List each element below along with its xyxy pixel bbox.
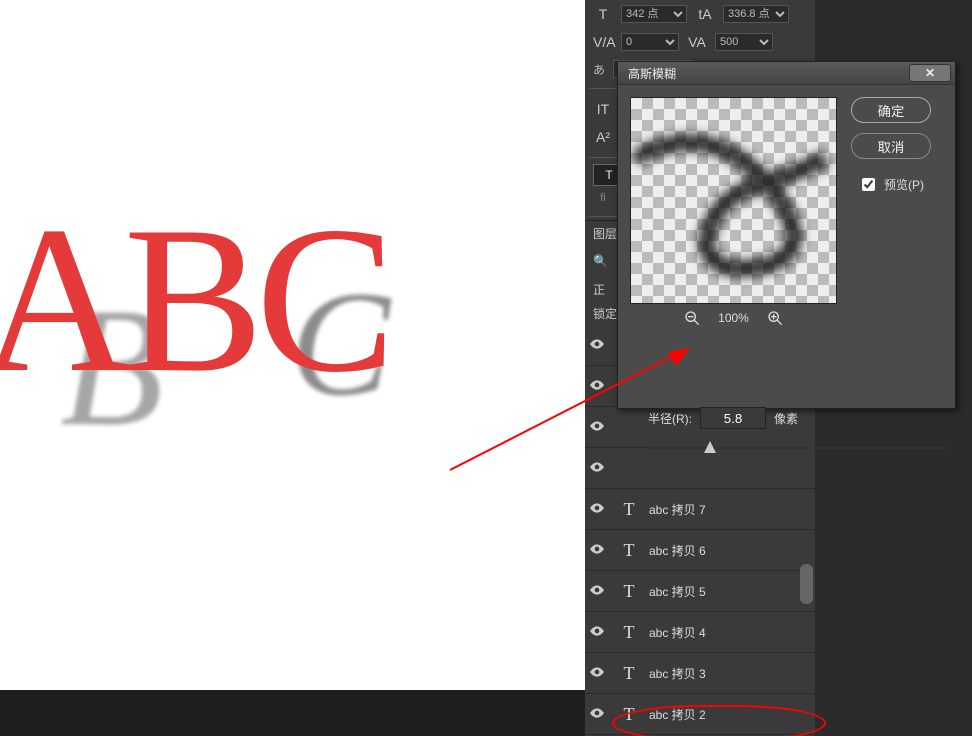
layer-name[interactable]: abc 拷贝 3 — [649, 665, 706, 682]
tracking-select[interactable]: 500 — [715, 33, 773, 51]
visibility-toggle[interactable] — [585, 461, 609, 475]
preview-checkbox-row[interactable]: 预览(P) — [858, 175, 924, 194]
layer-row[interactable]: T abc 拷贝 2 — [585, 694, 815, 735]
visibility-toggle[interactable] — [585, 502, 609, 516]
layer-row[interactable]: T abc 拷贝 7 — [585, 489, 815, 530]
font-size-icon: T — [593, 6, 613, 22]
gaussian-blur-dialog: 高斯模糊 ✕ 100% 确定 取消 — [617, 61, 956, 409]
layer-row[interactable]: T abc 拷贝 5 — [585, 571, 815, 612]
vert-scale-icon: IT — [593, 101, 613, 117]
preview-checkbox[interactable] — [862, 178, 875, 191]
font-size-select[interactable]: 342 点 — [621, 5, 687, 23]
visibility-toggle[interactable] — [585, 338, 609, 352]
paragraph-icon: A² — [593, 129, 613, 145]
layer-row[interactable]: T abc 拷贝 3 — [585, 653, 815, 694]
visibility-toggle[interactable] — [585, 666, 609, 680]
tracking-icon: VA — [687, 34, 707, 50]
layer-name[interactable]: abc 拷贝 2 — [649, 706, 706, 723]
visibility-toggle[interactable] — [585, 625, 609, 639]
zoom-percent: 100% — [718, 311, 749, 325]
cancel-button[interactable]: 取消 — [851, 133, 931, 159]
zoom-out-button[interactable] — [684, 310, 700, 326]
radius-input[interactable] — [700, 407, 766, 429]
preview-label: 预览(P) — [884, 176, 924, 193]
visibility-toggle[interactable] — [585, 379, 609, 393]
canvas[interactable]: B C ABC — [0, 0, 585, 690]
layer-name[interactable]: abc 拷贝 4 — [649, 624, 706, 641]
radius-label: 半径(R): — [648, 410, 692, 427]
leading-icon: tA — [695, 6, 715, 22]
radius-slider[interactable] — [646, 440, 946, 458]
type-layer-icon: T — [624, 499, 635, 520]
type-layer-icon: T — [624, 581, 635, 602]
close-icon: ✕ — [925, 66, 935, 80]
kerning-icon: V/A — [593, 34, 613, 50]
close-button[interactable]: ✕ — [909, 64, 951, 82]
canvas-text: ABC — [0, 180, 388, 421]
type-layer-icon: T — [624, 704, 635, 725]
layer-row[interactable]: T abc 拷贝 4 — [585, 612, 815, 653]
layer-name[interactable]: abc 拷贝 6 — [649, 542, 706, 559]
radius-unit: 像素 — [774, 410, 798, 427]
zoom-in-button[interactable] — [767, 310, 783, 326]
type-layer-icon: T — [624, 540, 635, 561]
preview-thumbnail[interactable] — [630, 97, 837, 304]
leading-select[interactable]: 336.8 点 — [723, 5, 789, 23]
ligature-fi-icon[interactable]: fi — [593, 192, 613, 210]
layer-name[interactable]: abc 拷贝 7 — [649, 501, 706, 518]
dialog-title: 高斯模糊 — [622, 65, 676, 82]
visibility-toggle[interactable] — [585, 420, 609, 434]
kerning-select[interactable]: 0 — [621, 33, 679, 51]
baseline-icon: あ — [593, 61, 605, 78]
type-layer-icon: T — [624, 622, 635, 643]
layers-scrollbar[interactable] — [800, 564, 813, 604]
search-icon[interactable]: 🔍 — [593, 254, 608, 268]
type-layer-icon: T — [624, 663, 635, 684]
layer-name[interactable]: abc 拷贝 5 — [649, 583, 706, 600]
visibility-toggle[interactable] — [585, 584, 609, 598]
layer-row[interactable]: T abc 拷贝 6 — [585, 530, 815, 571]
visibility-toggle[interactable] — [585, 707, 609, 721]
visibility-toggle[interactable] — [585, 543, 609, 557]
dialog-titlebar[interactable]: 高斯模糊 ✕ — [618, 62, 955, 85]
ok-button[interactable]: 确定 — [851, 97, 931, 123]
